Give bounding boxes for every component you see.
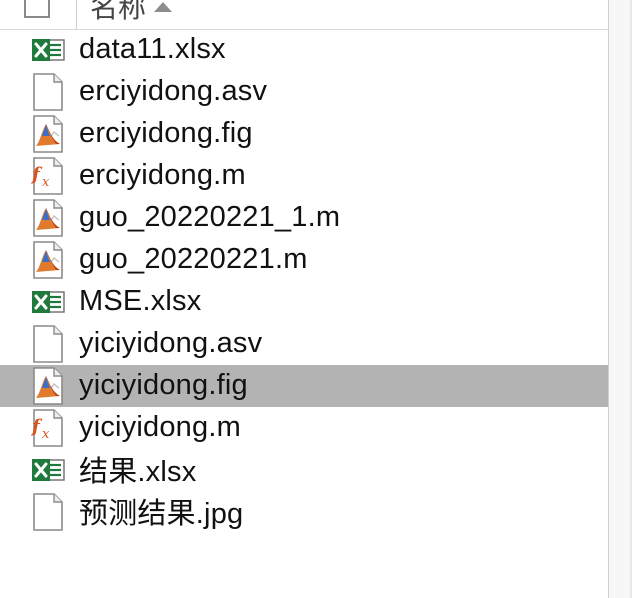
file-row[interactable]: MSE.xlsx: [0, 281, 608, 323]
matlab-script-icon: fx: [30, 156, 66, 196]
excel-file-icon: [30, 30, 66, 70]
file-row[interactable]: 预测结果.jpg: [0, 491, 608, 533]
file-row[interactable]: f x yiciyidong.m: [0, 407, 608, 449]
file-row[interactable]: yiciyidong.asv: [0, 323, 608, 365]
file-row[interactable]: guo_20220221.m: [0, 239, 608, 281]
sort-ascending-icon: [154, 2, 173, 12]
file-name: 预测结果.jpg: [79, 498, 244, 531]
file-name: yiciyidong.m: [79, 410, 241, 443]
file-row[interactable]: erciyidong.fig: [0, 113, 608, 155]
svg-text:x: x: [42, 427, 50, 442]
name-column-header[interactable]: 名称: [90, 0, 173, 26]
blank-file-icon: [30, 492, 66, 532]
file-row[interactable]: 结果.xlsx: [0, 449, 608, 491]
file-browser-panel: 名称 data11.xlsx erciyidong.asv erciyidong.f…: [0, 0, 608, 598]
file-name: guo_20220221.m: [79, 242, 308, 275]
file-row[interactable]: erciyidong.asv: [0, 71, 608, 113]
file-row[interactable]: yiciyidong.fig: [0, 365, 608, 407]
file-row[interactable]: data11.xlsx: [0, 29, 608, 71]
file-name: erciyidong.fig: [79, 116, 253, 149]
file-list: data11.xlsx erciyidong.asv erciyidong.fig f…: [0, 29, 608, 533]
file-name: 结果.xlsx: [79, 456, 197, 489]
name-column-label: 名称: [90, 0, 147, 23]
excel-file-icon: [30, 282, 66, 322]
vertical-scrollbar[interactable]: [608, 0, 632, 598]
matlab-figure-icon: [30, 240, 66, 280]
file-name: erciyidong.m: [79, 158, 246, 191]
file-name: guo_20220221_1.m: [79, 200, 341, 233]
matlab-figure-icon: [30, 114, 66, 154]
file-row[interactable]: guo_20220221_1.m: [0, 197, 608, 239]
file-row[interactable]: f x erciyidong.m: [0, 155, 608, 197]
file-name: yiciyidong.fig: [79, 368, 248, 401]
file-name: yiciyidong.asv: [79, 326, 263, 359]
column-header: 名称: [0, 0, 608, 30]
blank-file-icon: [30, 72, 66, 112]
file-name: MSE.xlsx: [79, 284, 202, 317]
blank-file-icon: [30, 324, 66, 364]
column-separator[interactable]: [76, 0, 77, 30]
select-all-checkbox[interactable]: [24, 0, 50, 18]
matlab-script-icon: fx: [30, 408, 66, 448]
file-name: data11.xlsx: [79, 32, 226, 65]
excel-file-icon: [30, 450, 66, 490]
file-name: erciyidong.asv: [79, 74, 268, 107]
matlab-figure-icon: [30, 198, 66, 238]
matlab-figure-icon: [30, 366, 66, 406]
svg-text:x: x: [42, 175, 50, 190]
